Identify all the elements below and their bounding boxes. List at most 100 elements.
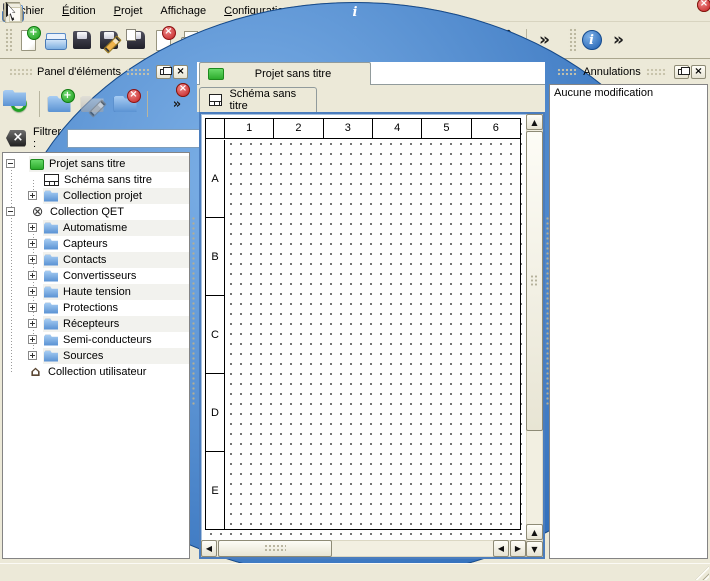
- tree-item-label: Semi-conducteurs: [63, 334, 152, 346]
- tab-schema-sans-titre[interactable]: Schéma sans titre: [199, 87, 317, 112]
- edit-folder-icon: [80, 90, 108, 118]
- expander-toggle[interactable]: [6, 207, 15, 216]
- new-category-button[interactable]: [44, 86, 77, 122]
- diagram-canvas[interactable]: 123456 ABCDE: [202, 115, 525, 539]
- expander-toggle[interactable]: [28, 319, 37, 328]
- folder-icon: [44, 319, 58, 330]
- expander-toggle[interactable]: [28, 287, 37, 296]
- schema-tab-label: Schéma sans titre: [229, 88, 307, 112]
- tree-item-schema-sans-titre[interactable]: Schéma sans titre: [3, 172, 189, 188]
- expander-toggle[interactable]: [28, 335, 37, 344]
- frame-column-header: 5: [422, 119, 471, 139]
- horizontal-scrollbar[interactable]: ◀ ◀ ▶: [201, 540, 526, 557]
- horizontal-scroll-thumb[interactable]: [218, 540, 332, 557]
- scroll-up-button[interactable]: ▲: [526, 524, 543, 540]
- application-window: Fichier Édition Projet Affichage Configu…: [0, 0, 710, 581]
- edit-category-button[interactable]: [77, 86, 110, 122]
- tree-item-contacts[interactable]: Contacts: [3, 252, 189, 268]
- tree-item-collection-projet[interactable]: Collection projet: [3, 188, 189, 204]
- expander-toggle[interactable]: [28, 239, 37, 248]
- frame-column-header: 1: [225, 119, 274, 139]
- tree-item-label: Sources: [63, 350, 103, 362]
- folder-icon: [44, 255, 58, 266]
- folder-icon: [44, 351, 58, 362]
- folder-icon: [44, 223, 58, 234]
- expander-toggle[interactable]: [28, 255, 37, 264]
- project-tab-label: Projet sans titre: [224, 68, 362, 80]
- filter-clear-button[interactable]: [5, 128, 27, 149]
- close-panel-button[interactable]: ×: [691, 65, 706, 79]
- tree-item-label: Collection QET: [50, 206, 124, 218]
- tree-item-convertisseurs[interactable]: Convertisseurs: [3, 268, 189, 284]
- right-panel-title: Annulations: [583, 66, 641, 78]
- tree-item-collection-utilisateur[interactable]: ⌂ Collection utilisateur: [3, 364, 189, 380]
- toolbar-overflow-button[interactable]: »: [605, 26, 632, 55]
- titlebar-texture: [126, 68, 149, 77]
- project-info-button[interactable]: [578, 26, 605, 55]
- collections-tree: Projet sans titre Schéma sans titre: [2, 152, 190, 559]
- expander-toggle[interactable]: [28, 351, 37, 360]
- schema-icon: [209, 94, 222, 106]
- chevron-double-right-icon: »: [170, 90, 184, 118]
- tree-item-label: Contacts: [63, 254, 106, 266]
- scroll-up-button[interactable]: ▲: [526, 114, 543, 130]
- vertical-scroll-thumb[interactable]: [526, 131, 543, 431]
- tree-item-label: Automatisme: [63, 222, 127, 234]
- tree-item-label: Projet sans titre: [49, 158, 125, 170]
- frame-column-header: 6: [472, 119, 520, 139]
- new-folder-icon: [47, 90, 75, 118]
- scroll-right-button[interactable]: ▶: [510, 540, 526, 557]
- tab-projet-sans-titre[interactable]: Projet sans titre: [199, 62, 371, 85]
- frame-column-header: 3: [324, 119, 373, 139]
- float-panel-button[interactable]: [674, 65, 689, 79]
- qet-collection-icon: ⊗: [30, 205, 45, 219]
- tree-item-haute-tension[interactable]: Haute tension: [3, 284, 189, 300]
- tree-item-recepteurs[interactable]: Récepteurs: [3, 316, 189, 332]
- filter-row: Filtrer :: [2, 126, 190, 150]
- expander-toggle[interactable]: [28, 191, 37, 200]
- tree-item-automatisme[interactable]: Automatisme: [3, 220, 189, 236]
- expander-toggle[interactable]: [28, 223, 37, 232]
- tree-item-label: Protections: [63, 302, 118, 314]
- tree-item-label: Schéma sans titre: [64, 174, 152, 186]
- folder-icon: [44, 287, 58, 298]
- scroll-left-button[interactable]: ◀: [493, 540, 509, 557]
- scroll-down-button[interactable]: ▼: [526, 541, 543, 557]
- left-panel-toolbar: ↻: [2, 84, 190, 124]
- tree-item-label: Capteurs: [63, 238, 108, 250]
- panel-overflow-button[interactable]: »: [168, 86, 186, 122]
- splitter-left[interactable]: [191, 120, 196, 503]
- right-panel-titlebar: Annulations ×: [550, 62, 708, 82]
- project-icon: [30, 159, 44, 170]
- close-icon: ×: [176, 67, 184, 77]
- schema-icon: [44, 174, 59, 186]
- frame-row-header: A: [206, 140, 224, 218]
- close-panel-button[interactable]: ×: [173, 65, 188, 79]
- frame-column-header: 4: [373, 119, 422, 139]
- vertical-scrollbar[interactable]: ▲ ▲ ▼: [526, 114, 543, 557]
- tree-item-protections[interactable]: Protections: [3, 300, 189, 316]
- tree-item-semi-conducteurs[interactable]: Semi-conducteurs: [3, 332, 189, 348]
- undo-list-item[interactable]: Aucune modification: [554, 87, 703, 99]
- expander-toggle[interactable]: [6, 159, 15, 168]
- clear-filter-icon: [6, 130, 26, 147]
- tree-item-label: Collection projet: [63, 190, 142, 202]
- titlebar-texture: [9, 68, 32, 77]
- float-panel-button[interactable]: [156, 65, 171, 79]
- delete-category-button[interactable]: [110, 86, 143, 122]
- tree-item-label: Collection utilisateur: [48, 366, 146, 378]
- folder-icon: [44, 191, 58, 202]
- size-grip[interactable]: [695, 566, 709, 580]
- project-tabbar: Projet sans titre: [197, 62, 545, 85]
- project-icon: [208, 68, 224, 80]
- tree-item-projet-sans-titre[interactable]: Projet sans titre: [3, 156, 189, 172]
- left-panel-title: Panel d'éléments: [37, 66, 121, 78]
- tree-item-capteurs[interactable]: Capteurs: [3, 236, 189, 252]
- expander-toggle[interactable]: [28, 271, 37, 280]
- schema-tabbar: Schéma sans titre: [197, 85, 545, 112]
- tree-item-collection-qet[interactable]: ⊗ Collection QET: [3, 204, 189, 220]
- scroll-left-button[interactable]: ◀: [201, 540, 217, 557]
- tree-item-sources[interactable]: Sources: [3, 348, 189, 364]
- folder-icon: [44, 303, 58, 314]
- expander-toggle[interactable]: [28, 303, 37, 312]
